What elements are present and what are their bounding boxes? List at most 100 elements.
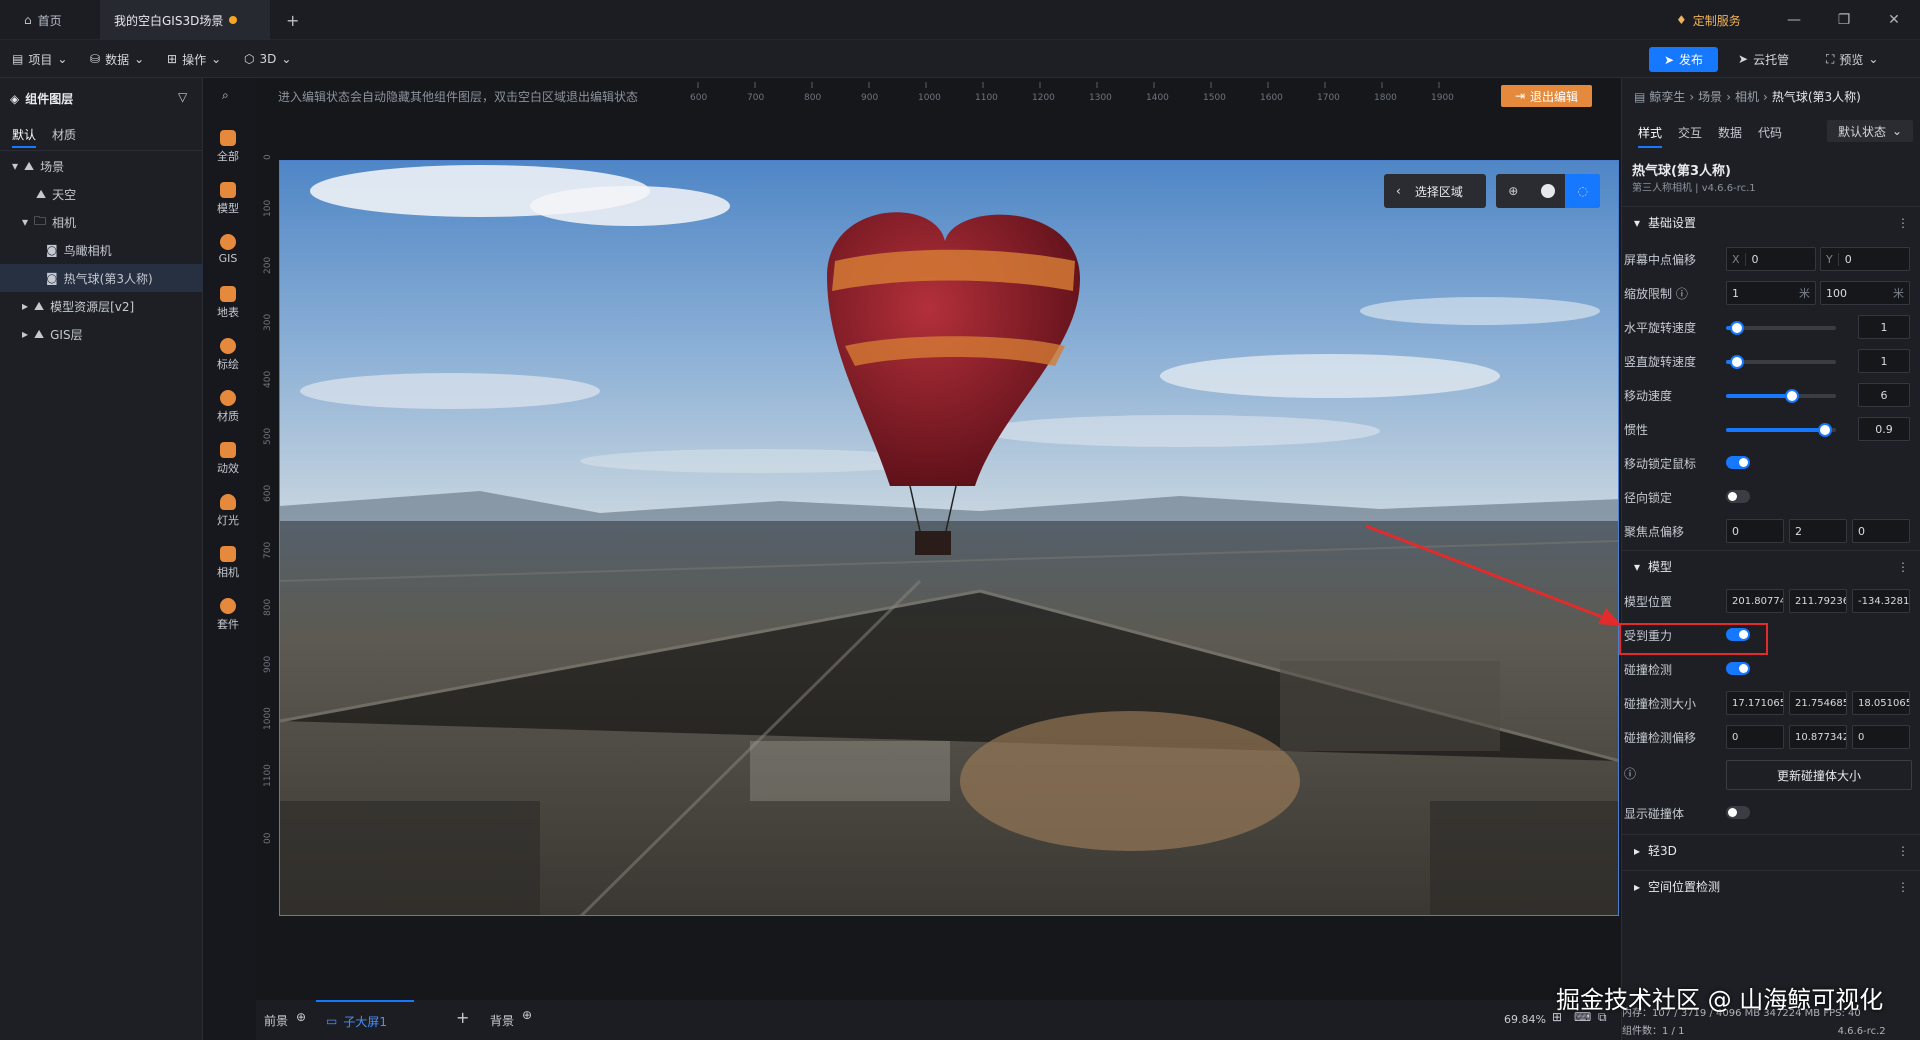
v-rotate-slider[interactable] (1726, 355, 1836, 369)
category-model[interactable]: 模型 (205, 182, 251, 216)
inertia-slider[interactable] (1726, 423, 1836, 437)
zoom-level[interactable]: 69.84% (1504, 1013, 1546, 1026)
help-icon[interactable]: ⓘ (1624, 765, 1636, 782)
collision-toggle[interactable] (1726, 662, 1750, 675)
add-screen-button[interactable]: + (456, 1008, 469, 1027)
category-gis[interactable]: GIS (205, 234, 251, 265)
collision-offset-y-input[interactable]: 10.877342 (1789, 725, 1847, 749)
camera-icon: ◙ (46, 243, 58, 257)
tab-data[interactable]: 数据 (1718, 124, 1742, 141)
move-speed-slider[interactable] (1726, 389, 1836, 403)
model-pos-x-input[interactable]: 201.80774 (1726, 589, 1784, 613)
prop-collision: 碰撞检测 (1622, 652, 1920, 686)
lock-mouse-toggle[interactable] (1726, 456, 1750, 469)
update-collider-button[interactable]: 更新碰撞体大小 (1726, 760, 1912, 790)
minimize-icon[interactable]: — (1780, 8, 1808, 32)
exit-edit-button[interactable]: ⇥ 退出编辑 (1501, 85, 1592, 107)
add-foreground-icon[interactable]: ⊕ (296, 1010, 306, 1024)
breadcrumb-item[interactable]: 鲸孪生 (1649, 88, 1685, 105)
category-material[interactable]: 材质 (205, 390, 251, 424)
publish-button[interactable]: ➤ 发布 (1649, 47, 1718, 72)
model-pos-y-input[interactable]: 211.79236 (1789, 589, 1847, 613)
filter-icon[interactable]: ▽ (178, 90, 187, 104)
category-kit[interactable]: 套件 (205, 598, 251, 632)
category-marker[interactable]: 标绘 (205, 338, 251, 372)
category-light[interactable]: 灯光 (205, 494, 251, 528)
tree-item-birdview-camera[interactable]: ◙ 鸟瞰相机 (0, 236, 203, 264)
tab-scene[interactable]: 我的空白GIS3D场景 (100, 0, 270, 40)
collision-offset-x-input[interactable]: 0 (1726, 725, 1784, 749)
focus-x-input[interactable]: 0 (1726, 519, 1784, 543)
sphere-icon[interactable] (1531, 174, 1566, 208)
category-camera[interactable]: 相机 (205, 546, 251, 580)
tab-style[interactable]: 样式 (1638, 124, 1663, 148)
more-icon[interactable]: ⋮ (1897, 880, 1909, 894)
menu-project[interactable]: ▤ 项目 ⌄ (12, 48, 67, 70)
radial-lock-toggle[interactable] (1726, 490, 1750, 503)
globe-icon[interactable]: ⊕ (1496, 174, 1531, 208)
tree-item-model-layer[interactable]: ▸ ⛰ 模型资源层[v2] (0, 292, 203, 320)
breadcrumb-item[interactable]: 热气球(第3人称) (1772, 88, 1861, 105)
menu-3d[interactable]: ⬡ 3D ⌄ (244, 48, 291, 70)
more-icon[interactable]: ⋮ (1897, 216, 1909, 230)
menu-data-label: 数据 (105, 52, 130, 67)
category-terrain[interactable]: 地表 (205, 286, 251, 320)
more-icon[interactable]: ⋮ (1897, 844, 1909, 858)
collision-size-x-input[interactable]: 17.1710653 (1726, 691, 1784, 715)
h-rotate-slider[interactable] (1726, 321, 1836, 335)
model-pos-z-input[interactable]: -134.3281 (1852, 589, 1910, 613)
new-tab-button[interactable]: + (272, 0, 313, 40)
offset-x-input[interactable]: X0 (1726, 247, 1816, 271)
search-icon[interactable]: ⌕ (222, 88, 229, 103)
pin-icon (220, 338, 236, 354)
focus-y-input[interactable]: 2 (1789, 519, 1847, 543)
more-icon[interactable]: ⋮ (1897, 560, 1909, 574)
section-light3d[interactable]: ▸ 轻3D ⋮ (1622, 834, 1920, 866)
custom-service-button[interactable]: ♦ 定制服务 (1676, 8, 1741, 32)
breadcrumb-item[interactable]: 场景 (1698, 88, 1722, 105)
tab-interaction[interactable]: 交互 (1678, 124, 1702, 141)
collision-size-y-input[interactable]: 21.754685 (1789, 691, 1847, 715)
add-background-icon[interactable]: ⊕ (522, 1008, 532, 1022)
tree-item-sky[interactable]: ⛰ 天空 (0, 180, 203, 208)
background-tab[interactable]: 背景 (490, 1012, 514, 1029)
inertia-input[interactable]: 0.9 (1858, 417, 1910, 441)
tab-home[interactable]: ⌂ 首页 (10, 0, 76, 40)
tab-code[interactable]: 代码 (1758, 124, 1782, 141)
zoom-min-input[interactable]: 1米 (1726, 281, 1816, 305)
h-rotate-input[interactable]: 1 (1858, 315, 1910, 339)
close-icon[interactable]: ✕ (1880, 8, 1908, 32)
tab-material[interactable]: 材质 (52, 126, 76, 143)
tree-item-balloon-camera[interactable]: ◙ 热气球(第3人称) (0, 264, 203, 292)
breadcrumb-item[interactable]: 相机 (1735, 88, 1759, 105)
tree-item-gis-layer[interactable]: ▸ ⛰ GIS层 (0, 320, 203, 348)
cloud-hosting-button[interactable]: ➤ 云托管 (1738, 48, 1789, 70)
sub-screen-tab[interactable]: ▭ 子大屏1 (316, 1000, 414, 1040)
category-all[interactable]: 全部 (205, 130, 251, 164)
collision-size-z-input[interactable]: 18.051065 (1852, 691, 1910, 715)
tab-default[interactable]: 默认 (12, 126, 37, 148)
zoom-max-input[interactable]: 100 米 (1820, 281, 1910, 305)
tree-item-camera[interactable]: ▾ 🗀 相机 (0, 208, 203, 236)
menu-data[interactable]: ⛁ 数据 ⌄ (90, 48, 144, 70)
show-collider-toggle[interactable] (1726, 806, 1750, 819)
foreground-tab[interactable]: 前景 (264, 1012, 288, 1029)
menu-operate[interactable]: ⊞ 操作 ⌄ (167, 48, 221, 70)
gravity-toggle[interactable] (1726, 628, 1750, 641)
section-space-detect[interactable]: ▸ 空间位置检测 ⋮ (1622, 870, 1920, 902)
section-model[interactable]: ▾ 模型 ⋮ (1622, 550, 1920, 582)
select-region-button[interactable]: ‹ 选择区域 (1384, 174, 1486, 208)
category-effect[interactable]: 动效 (205, 442, 251, 476)
restore-icon[interactable]: ❐ (1830, 8, 1858, 32)
prop-screen-offset: 屏幕中点偏移 X0 Y0 (1622, 242, 1920, 276)
orbit-icon[interactable]: ◌ (1565, 174, 1601, 208)
state-select[interactable]: 默认状态 ⌄ (1827, 120, 1913, 142)
tree-item-scene[interactable]: ▾ ⛰ 场景 (0, 152, 203, 180)
offset-y-input[interactable]: Y0 (1820, 247, 1910, 271)
collision-offset-z-input[interactable]: 0 (1852, 725, 1910, 749)
move-speed-input[interactable]: 6 (1858, 383, 1910, 407)
focus-z-input[interactable]: 0 (1852, 519, 1910, 543)
section-basic[interactable]: ▾ 基础设置 ⋮ (1622, 206, 1920, 238)
preview-button[interactable]: ⛶ 预览 ⌄ (1826, 48, 1878, 70)
v-rotate-input[interactable]: 1 (1858, 349, 1910, 373)
